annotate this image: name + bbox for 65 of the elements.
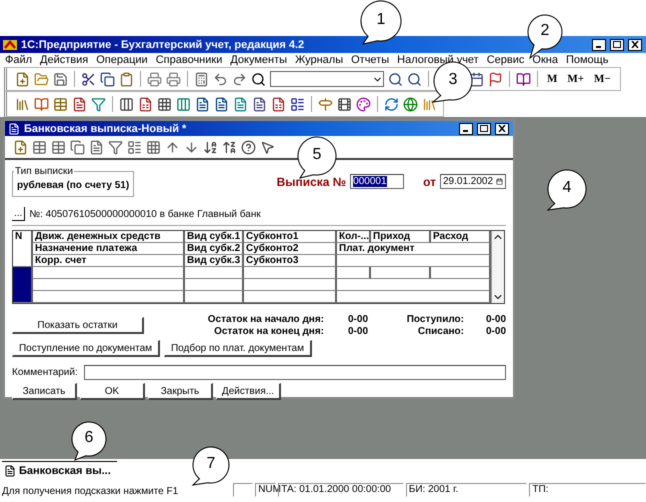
balance-value: 0-00 bbox=[346, 314, 368, 325]
form-button[interactable]: Записать bbox=[12, 383, 77, 400]
column-header: Субконто3 bbox=[244, 255, 337, 267]
column-header: Вид субк.2 bbox=[185, 243, 244, 255]
account-text: №: 40507610500000000010 в банке Главный банк bbox=[29, 208, 261, 220]
column-header: N bbox=[13, 231, 33, 267]
document-button[interactable]: Поступление по документам bbox=[12, 340, 160, 357]
memory-button[interactable]: M bbox=[544, 73, 560, 85]
date-field[interactable]: 29.01.2002 bbox=[440, 174, 506, 189]
document-button[interactable]: Подбор по плат. документам bbox=[164, 340, 312, 357]
form-button[interactable]: Закрыть bbox=[148, 383, 213, 400]
callout-number: 5 bbox=[312, 146, 322, 164]
column-header: Вид субк.1 bbox=[185, 231, 244, 243]
account-select-button[interactable]: ... bbox=[12, 207, 26, 221]
balance-value: 0-00 bbox=[484, 314, 506, 325]
callout-number: 4 bbox=[562, 179, 572, 197]
menu-item[interactable]: Сервис bbox=[486, 54, 524, 66]
menu-item[interactable]: Окна bbox=[532, 54, 558, 66]
menu-item[interactable]: Операции bbox=[96, 54, 148, 66]
column-header: Плат. документ bbox=[337, 243, 491, 255]
balance-label: Остаток на конец дня: bbox=[213, 326, 324, 337]
status-panel: ТА: 01.01.2000 00:00:00 bbox=[278, 483, 404, 497]
column-header: Корр. счет bbox=[33, 255, 185, 267]
date-label: от bbox=[423, 174, 436, 188]
window-title: 1С:Предприятие - Бухгалтерский учет, редакция 4.2 bbox=[21, 38, 304, 50]
balance-value: 0-00 bbox=[484, 326, 506, 337]
balance-value: 0-00 bbox=[346, 326, 368, 337]
memory-button[interactable]: M+ bbox=[564, 73, 588, 85]
show-balance-button[interactable]: Показать остатки bbox=[12, 317, 144, 334]
group-label: Тип выписки bbox=[14, 166, 74, 177]
menu-item[interactable]: Файл bbox=[5, 54, 32, 66]
menu-item[interactable]: Справочники bbox=[156, 54, 222, 66]
column-header: Субконто2 bbox=[244, 243, 337, 255]
balance-label: Списано: bbox=[416, 326, 464, 337]
balance-label: Поступило: bbox=[406, 314, 464, 325]
column-header: Вид субк.3 bbox=[185, 255, 244, 267]
column-header: Расход bbox=[431, 231, 491, 243]
statement-number-label: Выписка № bbox=[276, 174, 346, 188]
column-header: Назначение платежа bbox=[33, 243, 185, 255]
callout-number: 7 bbox=[206, 455, 216, 473]
callout-number: 1 bbox=[376, 11, 386, 29]
column-header: Кол-... bbox=[337, 231, 371, 243]
column-header: Приход bbox=[371, 231, 431, 243]
window-tab[interactable]: Банковская вы... bbox=[2, 461, 117, 479]
comment-label: Комментарий: bbox=[12, 367, 78, 378]
memory-button[interactable]: M− bbox=[591, 73, 614, 85]
balance-label: Остаток на начало дня: bbox=[206, 314, 324, 325]
status-panel: ТП: bbox=[529, 483, 646, 497]
callout-number: 3 bbox=[448, 71, 458, 89]
window-title: Банковская выписка-Новый * bbox=[24, 122, 186, 134]
status-panel: БИ: 2001 г. bbox=[406, 483, 528, 497]
form-button[interactable]: OK bbox=[80, 383, 145, 400]
callout-number: 6 bbox=[84, 429, 94, 447]
menu-item[interactable]: Помощь bbox=[566, 54, 608, 66]
menu-item[interactable]: Действия bbox=[40, 54, 88, 66]
menu-item[interactable]: Журналы bbox=[295, 54, 344, 66]
menu-item[interactable]: Документы bbox=[230, 54, 288, 66]
callout-number: 2 bbox=[540, 22, 550, 40]
statement-type-value: рублевая (по счету 51) bbox=[17, 180, 130, 191]
statement-number-field[interactable]: 000001 bbox=[350, 174, 404, 189]
column-header: Субконто1 bbox=[244, 231, 337, 243]
column-header: Движ. денежных средств bbox=[33, 231, 185, 243]
status-hint: Для получения подсказки нажмите F1 bbox=[1, 486, 180, 497]
menu-item[interactable]: Отчеты bbox=[351, 54, 390, 66]
form-button[interactable]: Действия... bbox=[216, 383, 281, 400]
